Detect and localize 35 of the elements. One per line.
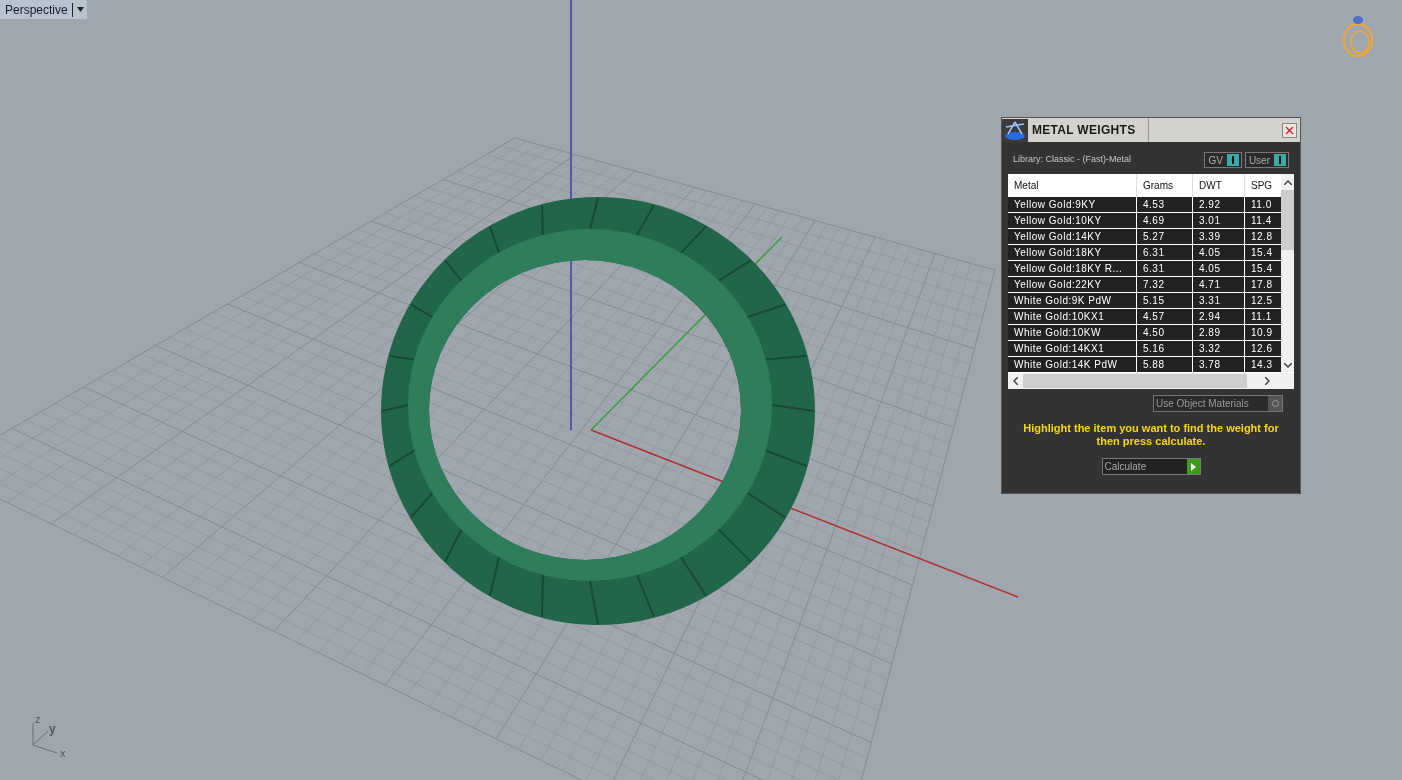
axis-label: z bbox=[35, 712, 41, 727]
toggle-switch[interactable]: User bbox=[1244, 152, 1289, 168]
table-row[interactable]: Yellow Gold:22KY 7.32 4.71 17.8 bbox=[1008, 276, 1281, 292]
table-row[interactable]: Yellow Gold:14KY 5.27 3.39 12.8 bbox=[1008, 228, 1281, 244]
materials-option[interactable]: Use Object Materials bbox=[1153, 395, 1283, 412]
vertical-scrollbar[interactable] bbox=[1281, 174, 1294, 372]
table-row[interactable]: Yellow Gold:9KY 4.53 2.92 11.0 bbox=[1008, 196, 1281, 212]
dropdown-caret-icon bbox=[76, 7, 84, 12]
viewport-tab[interactable]: Perspective bbox=[0, 0, 87, 19]
scroll-down-icon bbox=[1283, 363, 1292, 368]
scroll-up-icon bbox=[1283, 180, 1292, 185]
horizontal-scrollbar[interactable] bbox=[1008, 372, 1294, 389]
table-row[interactable]: Yellow Gold:10KY 4.69 3.01 11.4 bbox=[1008, 212, 1281, 228]
radio-button[interactable] bbox=[1268, 396, 1282, 411]
scroll-right-icon bbox=[1265, 377, 1270, 385]
library-label: Library: Classic - (Fast)-Metal bbox=[1013, 153, 1131, 167]
close-icon bbox=[1285, 125, 1294, 135]
scroll-left-icon bbox=[1013, 377, 1018, 385]
instruction-text: Highlight the item you want to find the weight for then press calculate. bbox=[1022, 422, 1280, 448]
table-row[interactable]: White Gold:14K PdW 5.88 3.78 14.3 bbox=[1008, 356, 1281, 372]
table-row[interactable]: Yellow Gold:18KY 6.31 4.05 15.4 bbox=[1008, 244, 1281, 260]
table-row[interactable]: White Gold:9K PdW 5.15 3.31 12.5 bbox=[1008, 292, 1281, 308]
play-icon bbox=[1190, 462, 1196, 471]
table-row[interactable]: White Gold:14KX1 5.16 3.32 12.6 bbox=[1008, 340, 1281, 356]
axis-gizmo-icon bbox=[32, 722, 58, 754]
table-row[interactable]: White Gold:10KW 4.50 2.89 10.9 bbox=[1008, 324, 1281, 340]
toggle-switch[interactable]: GV bbox=[1204, 152, 1242, 168]
table-row[interactable]: Yellow Gold:18KY R... 6.31 4.05 15.4 bbox=[1008, 260, 1281, 276]
axis-label: y bbox=[49, 721, 56, 738]
calculate-button[interactable]: Calculate bbox=[1101, 458, 1201, 475]
axis-label: x bbox=[60, 746, 66, 761]
window-title: METAL WEIGHTS bbox=[1032, 122, 1137, 139]
close-button[interactable] bbox=[1282, 122, 1297, 138]
table-row[interactable]: White Gold:10KX1 4.57 2.94 11.1 bbox=[1008, 308, 1281, 324]
ring-icon[interactable] bbox=[1343, 16, 1373, 57]
